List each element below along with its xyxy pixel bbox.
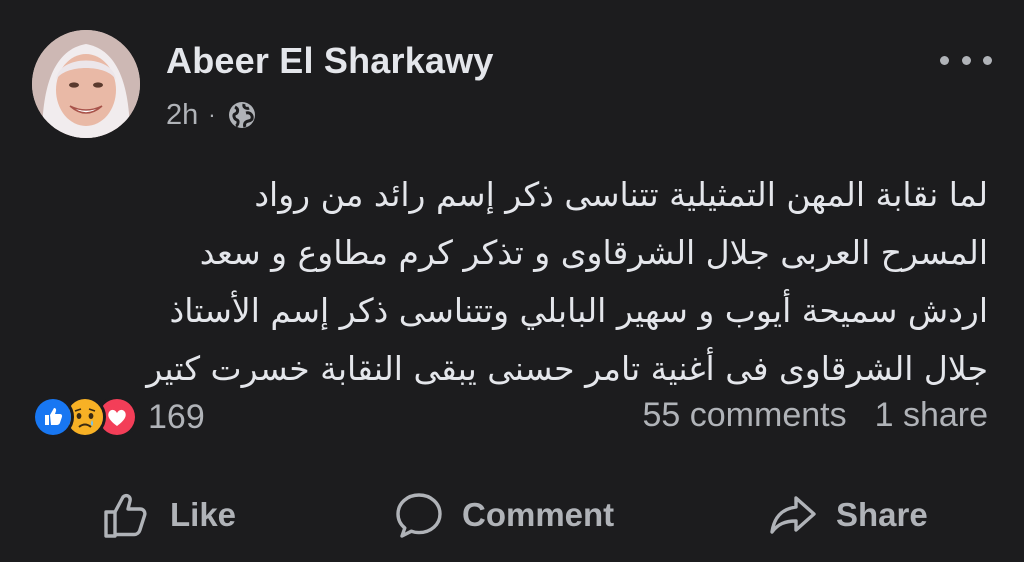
reactions-summary[interactable]: 169 [32,394,205,440]
like-button[interactable]: Like [100,480,236,550]
thumbs-up-icon [104,493,147,538]
post-text-line: المسرح العربى جلال الشرقاوى و تذكر كرم م… [199,233,988,272]
post-meta: 2h · [166,96,258,134]
post-body: لما نقابة المهن التمثيلية تتناسى ذكر إسم… [28,166,988,398]
comment-bubble-icon [396,493,442,538]
globe-icon[interactable] [226,99,258,131]
comment-label: Comment [462,496,615,533]
post-text-line: لما نقابة المهن التمثيلية تتناسى ذكر إسم… [254,175,988,214]
like-reaction-icon [32,396,74,438]
post-text-line: جلال الشرقاوى فى أغنية تامر حسنى يبقى ال… [146,349,988,388]
like-label: Like [170,496,237,533]
author-avatar[interactable] [32,30,140,138]
engagement-stats: 55 comments 1 share [643,396,989,435]
share-button[interactable]: Share [766,480,928,550]
meta-separator: · [208,102,216,127]
more-dot-icon [961,55,971,65]
avatar-image [32,30,140,138]
reaction-count: 169 [148,397,205,436]
comments-count-link[interactable]: 55 comments [643,396,847,435]
shares-count-link[interactable]: 1 share [875,396,988,435]
post-actions-bar: Like Comment Share [0,480,1024,550]
share-label: Share [836,496,928,533]
post-text-line: اردش سميحة أيوب و سهير البابلي وتتناسى ذ… [169,291,988,330]
author-name[interactable]: Abeer El Sharkawy [166,40,494,82]
post-time[interactable]: 2h [166,99,198,132]
more-dot-icon [940,55,949,65]
more-options-button[interactable] [940,48,992,72]
more-dot-icon [983,55,992,65]
comment-button[interactable]: Comment [392,480,614,550]
share-arrow-icon [770,496,816,534]
post-card: Abeer El Sharkawy 2h · لما نقابة المهن ا… [0,0,1024,562]
